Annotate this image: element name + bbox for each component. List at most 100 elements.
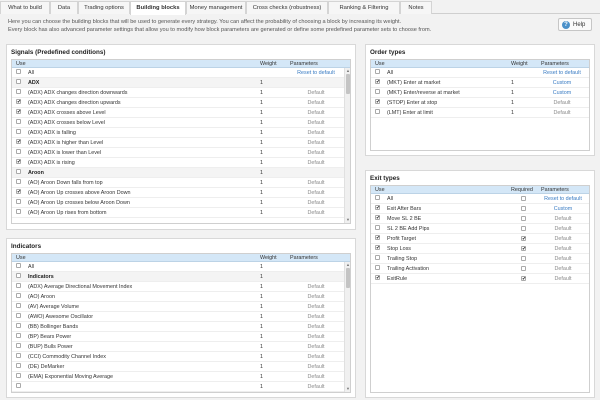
use-checkbox[interactable] [16, 323, 21, 328]
table-row[interactable]: (CCI) Commodity Channel Index 1 Default [12, 352, 350, 362]
use-checkbox[interactable] [375, 265, 380, 270]
table-row[interactable]: (ADX) Average Directional Movement Index… [12, 282, 350, 292]
parameters-link[interactable]: Default [541, 225, 585, 233]
weight-value[interactable]: 1 [260, 149, 284, 157]
weight-value[interactable]: 1 [511, 99, 535, 107]
use-checkbox[interactable] [16, 293, 21, 298]
weight-value[interactable]: 1 [260, 363, 284, 371]
reset-to-default-link[interactable]: Reset to default [288, 69, 344, 77]
parameters-link[interactable]: Default [288, 89, 344, 97]
use-checkbox[interactable]: ✔ [16, 99, 21, 105]
reset-to-default-link[interactable]: Reset to default [541, 195, 585, 203]
use-checkbox[interactable]: ✔ [16, 109, 21, 115]
weight-value[interactable]: 1 [260, 179, 284, 187]
use-checkbox[interactable] [16, 343, 21, 348]
reset-to-default-link[interactable]: Reset to default [537, 69, 587, 77]
tab-ranking-filtering[interactable]: Ranking & Filtering [328, 1, 400, 14]
table-row[interactable]: ✔ Stop Loss ✔ Default [371, 244, 589, 254]
tab-notes[interactable]: Notes [400, 1, 432, 14]
weight-value[interactable]: 1 [260, 313, 284, 321]
weight-value[interactable]: 1 [260, 169, 284, 177]
use-checkbox[interactable]: ✔ [375, 205, 380, 211]
scroll-down-icon[interactable]: ▼ [345, 386, 350, 392]
use-checkbox[interactable] [16, 89, 21, 94]
use-checkbox[interactable] [375, 89, 380, 94]
table-row[interactable]: (AWO) Awesome Oscillator 1 Default [12, 312, 350, 322]
parameters-link[interactable]: Custom [537, 89, 587, 97]
parameters-link[interactable]: Default [537, 99, 587, 107]
use-checkbox[interactable] [375, 195, 380, 200]
weight-value[interactable] [260, 69, 284, 77]
parameters-link[interactable]: Default [541, 245, 585, 253]
table-row[interactable]: (LMT) Enter at limit 1 Default [371, 108, 589, 118]
parameters-link[interactable]: Default [288, 303, 344, 311]
weight-value[interactable]: 1 [260, 119, 284, 127]
use-checkbox[interactable]: ✔ [375, 99, 380, 105]
use-checkbox[interactable] [16, 149, 21, 154]
parameters-link[interactable]: Default [288, 139, 344, 147]
table-row[interactable]: All Reset to default [12, 68, 350, 78]
use-checkbox[interactable] [16, 263, 21, 268]
use-checkbox[interactable] [16, 363, 21, 368]
weight-value[interactable]: 1 [260, 199, 284, 207]
weight-value[interactable]: 1 [260, 79, 284, 87]
use-checkbox[interactable]: ✔ [375, 275, 380, 281]
table-row[interactable]: (BUP) Bulls Power 1 Default [12, 342, 350, 352]
table-row[interactable]: (ADX) ADX is lower than Level 1 Default [12, 148, 350, 158]
parameters-link[interactable]: Default [288, 209, 344, 217]
table-row[interactable]: SL 2 BE Add Pips Default [371, 224, 589, 234]
parameters-link[interactable]: Custom [537, 79, 587, 87]
use-checkbox[interactable] [16, 273, 21, 278]
parameters-link[interactable]: Default [541, 235, 585, 243]
table-row[interactable]: ✔ (ADX) ADX is rising 1 Default [12, 158, 350, 168]
use-checkbox[interactable]: ✔ [16, 159, 21, 165]
weight-value[interactable]: 1 [511, 79, 535, 87]
parameters-link[interactable]: Default [288, 333, 344, 341]
weight-value[interactable]: 1 [260, 273, 284, 281]
parameters-link[interactable]: Default [537, 109, 587, 117]
parameters-link[interactable]: Custom [541, 205, 585, 213]
required-checkbox[interactable] [521, 256, 526, 261]
table-row[interactable]: (ADX) ADX is falling 1 Default [12, 128, 350, 138]
table-row[interactable]: ✔ (STOP) Enter at stop 1 Default [371, 98, 589, 108]
table-row[interactable]: (ADX) ADX changes direction downwards 1 De… [12, 88, 350, 98]
use-checkbox[interactable] [375, 255, 380, 260]
table-row[interactable]: ✔ (MKT) Enter at market 1 Custom [371, 78, 589, 88]
table-row[interactable]: (MKT) Enter/reverse at market 1 Custom [371, 88, 589, 98]
use-checkbox[interactable] [16, 119, 21, 124]
parameters-link[interactable]: Default [288, 149, 344, 157]
parameters-link[interactable]: Default [288, 373, 344, 381]
use-checkbox[interactable]: ✔ [375, 79, 380, 85]
use-checkbox[interactable] [16, 313, 21, 318]
weight-value[interactable]: 1 [260, 373, 284, 381]
table-row[interactable]: (DE) DeMarker 1 Default [12, 362, 350, 372]
use-checkbox[interactable] [16, 69, 21, 74]
use-checkbox[interactable] [16, 303, 21, 308]
table-row[interactable]: ✔ Profit Target ✔ Default [371, 234, 589, 244]
table-row[interactable]: ✔ (ADX) ADX crosses above Level 1 Default [12, 108, 350, 118]
table-row[interactable]: ✔ (ADX) ADX is higher than Level 1 Default [12, 138, 350, 148]
weight-value[interactable]: 1 [260, 109, 284, 117]
weight-value[interactable]: 1 [260, 189, 284, 197]
weight-value[interactable]: 1 [260, 303, 284, 311]
table-row[interactable]: ✔ Move SL 2 BE Default [371, 214, 589, 224]
weight-value[interactable]: 1 [260, 129, 284, 137]
table-row[interactable]: Aroon 1 [12, 168, 350, 178]
scroll-thumb[interactable] [346, 74, 350, 94]
weight-value[interactable]: 1 [511, 109, 535, 117]
required-checkbox[interactable] [521, 196, 526, 201]
required-checkbox[interactable]: ✔ [521, 236, 526, 242]
parameters-link[interactable]: Default [288, 129, 344, 137]
table-row[interactable]: (AO) Aroon Down falls from top 1 Default [12, 178, 350, 188]
table-row[interactable]: (ADX) ADX crosses below Level 1 Default [12, 118, 350, 128]
required-checkbox[interactable] [521, 216, 526, 221]
tab-building-blocks[interactable]: Building blocks [130, 1, 186, 15]
parameters-link[interactable]: Default [288, 363, 344, 371]
table-row[interactable]: ADX 1 [12, 78, 350, 88]
table-row[interactable]: All 1 [12, 262, 350, 272]
table-row[interactable]: Indicators 1 [12, 272, 350, 282]
use-checkbox[interactable] [375, 225, 380, 230]
weight-value[interactable]: 1 [260, 323, 284, 331]
weight-value[interactable]: 1 [260, 159, 284, 167]
weight-value[interactable]: 1 [260, 283, 284, 291]
